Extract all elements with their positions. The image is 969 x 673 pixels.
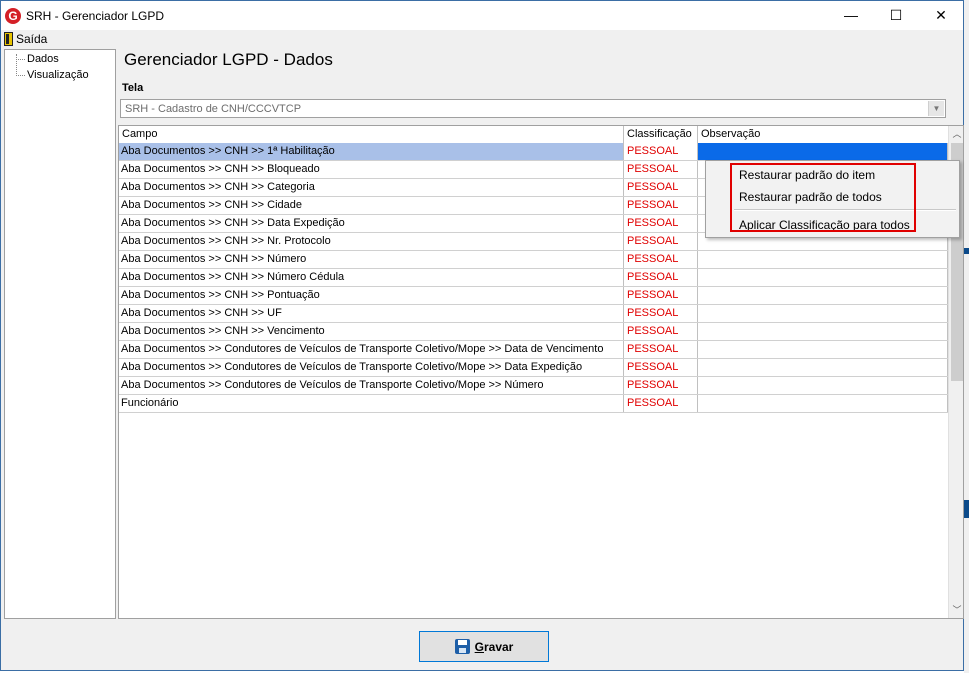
menu-item-apply-classification-all[interactable]: Aplicar Classificação para todos — [739, 218, 910, 232]
cell-classificacao[interactable]: PESSOAL — [624, 143, 698, 160]
table-row[interactable]: Funcionário PESSOAL — [119, 395, 948, 413]
close-button[interactable]: ✕ — [919, 1, 963, 30]
table-row[interactable]: Aba Documentos >> Condutores de Veículos… — [119, 341, 948, 359]
cell-campo[interactable]: Funcionário — [119, 395, 624, 412]
exit-door-icon — [4, 32, 13, 46]
table-row[interactable]: Aba Documentos >> CNH >> Número PESSOAL — [119, 251, 948, 269]
cell-observacao[interactable] — [698, 143, 948, 160]
menu-item-restore-item-default[interactable]: Restaurar padrão do item — [739, 168, 875, 182]
cell-campo[interactable]: Aba Documentos >> CNH >> Número — [119, 251, 624, 268]
column-header-campo[interactable]: Campo — [119, 126, 624, 143]
background-window-edge — [964, 0, 969, 673]
background-accent — [964, 248, 969, 254]
cell-observacao[interactable] — [698, 377, 948, 394]
menu-item-restore-all-defaults[interactable]: Restaurar padrão de todos — [739, 190, 882, 204]
table-row[interactable]: Aba Documentos >> Condutores de Veículos… — [119, 359, 948, 377]
cell-campo[interactable]: Aba Documentos >> CNH >> Bloqueado — [119, 161, 624, 178]
column-header-observacao[interactable]: Observação — [698, 126, 948, 143]
cell-campo[interactable]: Aba Documentos >> CNH >> Data Expedição — [119, 215, 624, 232]
tree-connector — [16, 54, 17, 74]
cell-classificacao[interactable]: PESSOAL — [624, 287, 698, 304]
cell-campo[interactable]: Aba Documentos >> Condutores de Veículos… — [119, 377, 624, 394]
tree-connector — [16, 75, 25, 76]
title-bar[interactable]: G SRH - Gerenciador LGPD — ☐ ✕ — [1, 1, 963, 30]
column-header-classificacao[interactable]: Classificação — [624, 126, 698, 143]
cell-classificacao[interactable]: PESSOAL — [624, 215, 698, 232]
cell-observacao[interactable] — [698, 359, 948, 376]
cell-observacao[interactable] — [698, 269, 948, 286]
cell-observacao[interactable] — [698, 395, 948, 412]
screen-select-value: SRH - Cadastro de CNH/CCCVTCP — [125, 103, 302, 115]
cell-classificacao[interactable]: PESSOAL — [624, 233, 698, 250]
cell-observacao[interactable] — [698, 287, 948, 304]
screen-select[interactable]: SRH - Cadastro de CNH/CCCVTCP ▼ — [120, 99, 946, 118]
page-title: Gerenciador LGPD - Dados — [124, 50, 333, 69]
tree-item-dados[interactable]: Dados — [27, 53, 59, 65]
cell-classificacao[interactable]: PESSOAL — [624, 179, 698, 196]
tree-connector — [16, 59, 25, 60]
scroll-down-icon[interactable]: ﹀ — [949, 602, 963, 618]
table-row[interactable]: Aba Documentos >> CNH >> Pontuação PESSOA… — [119, 287, 948, 305]
cell-campo[interactable]: Aba Documentos >> CNH >> 1ª Habilitação — [119, 143, 624, 160]
table-row[interactable]: Aba Documentos >> CNH >> UF PESSOAL — [119, 305, 948, 323]
cell-campo[interactable]: Aba Documentos >> CNH >> Pontuação — [119, 287, 624, 304]
cell-campo[interactable]: Aba Documentos >> CNH >> Vencimento — [119, 323, 624, 340]
cell-campo[interactable]: Aba Documentos >> CNH >> UF — [119, 305, 624, 322]
chevron-down-icon[interactable]: ▼ — [928, 101, 944, 116]
cell-observacao[interactable] — [698, 251, 948, 268]
table-row[interactable]: Aba Documentos >> CNH >> Vencimento PESSO… — [119, 323, 948, 341]
main-window: G SRH - Gerenciador LGPD — ☐ ✕ Saída Dad… — [0, 0, 964, 671]
cell-campo[interactable]: Aba Documentos >> Condutores de Veículos… — [119, 341, 624, 358]
menu-exit[interactable]: Saída — [4, 31, 47, 47]
minimize-button[interactable]: — — [829, 1, 873, 30]
grid-header: Campo Classificação Observação — [119, 126, 948, 144]
cell-classificacao[interactable]: PESSOAL — [624, 269, 698, 286]
menu-separator — [734, 209, 956, 211]
scroll-up-icon[interactable]: ︿ — [949, 126, 963, 142]
menu-bar: Saída — [1, 30, 963, 48]
cell-classificacao[interactable]: PESSOAL — [624, 161, 698, 178]
navigation-tree: Dados Visualização — [4, 49, 116, 619]
cell-classificacao[interactable]: PESSOAL — [624, 395, 698, 412]
tree-item-visualizacao[interactable]: Visualização — [27, 69, 89, 81]
cell-campo[interactable]: Aba Documentos >> CNH >> Cidade — [119, 197, 624, 214]
window-title: SRH - Gerenciador LGPD — [26, 9, 165, 23]
cell-classificacao[interactable]: PESSOAL — [624, 377, 698, 394]
cell-campo[interactable]: Aba Documentos >> Condutores de Veículos… — [119, 359, 624, 376]
cell-classificacao[interactable]: PESSOAL — [624, 341, 698, 358]
maximize-button[interactable]: ☐ — [874, 1, 918, 30]
floppy-disk-icon — [454, 639, 470, 654]
cell-classificacao[interactable]: PESSOAL — [624, 251, 698, 268]
cell-classificacao[interactable]: PESSOAL — [624, 305, 698, 322]
table-row[interactable]: Aba Documentos >> CNH >> Número Cédula PE… — [119, 269, 948, 287]
save-button-label: Gravar — [474, 639, 514, 654]
context-menu: Restaurar padrão do item Restaurar padrã… — [705, 160, 960, 238]
background-accent — [964, 500, 969, 518]
cell-campo[interactable]: Aba Documentos >> CNH >> Nr. Protocolo — [119, 233, 624, 250]
cell-classificacao[interactable]: PESSOAL — [624, 323, 698, 340]
cell-observacao[interactable] — [698, 341, 948, 358]
menu-exit-label: Saída — [16, 32, 48, 46]
cell-classificacao[interactable]: PESSOAL — [624, 359, 698, 376]
cell-classificacao[interactable]: PESSOAL — [624, 197, 698, 214]
cell-campo[interactable]: Aba Documentos >> CNH >> Número Cédula — [119, 269, 624, 286]
screen-label: Tela — [122, 82, 144, 94]
cell-observacao[interactable] — [698, 323, 948, 340]
cell-observacao[interactable] — [698, 305, 948, 322]
app-logo-icon: G — [5, 8, 21, 24]
save-button[interactable]: Gravar — [419, 631, 549, 662]
table-row[interactable]: Aba Documentos >> Condutores de Veículos… — [119, 377, 948, 395]
cell-campo[interactable]: Aba Documentos >> CNH >> Categoria — [119, 179, 624, 196]
table-row[interactable]: Aba Documentos >> CNH >> 1ª Habilitação P… — [119, 143, 948, 161]
